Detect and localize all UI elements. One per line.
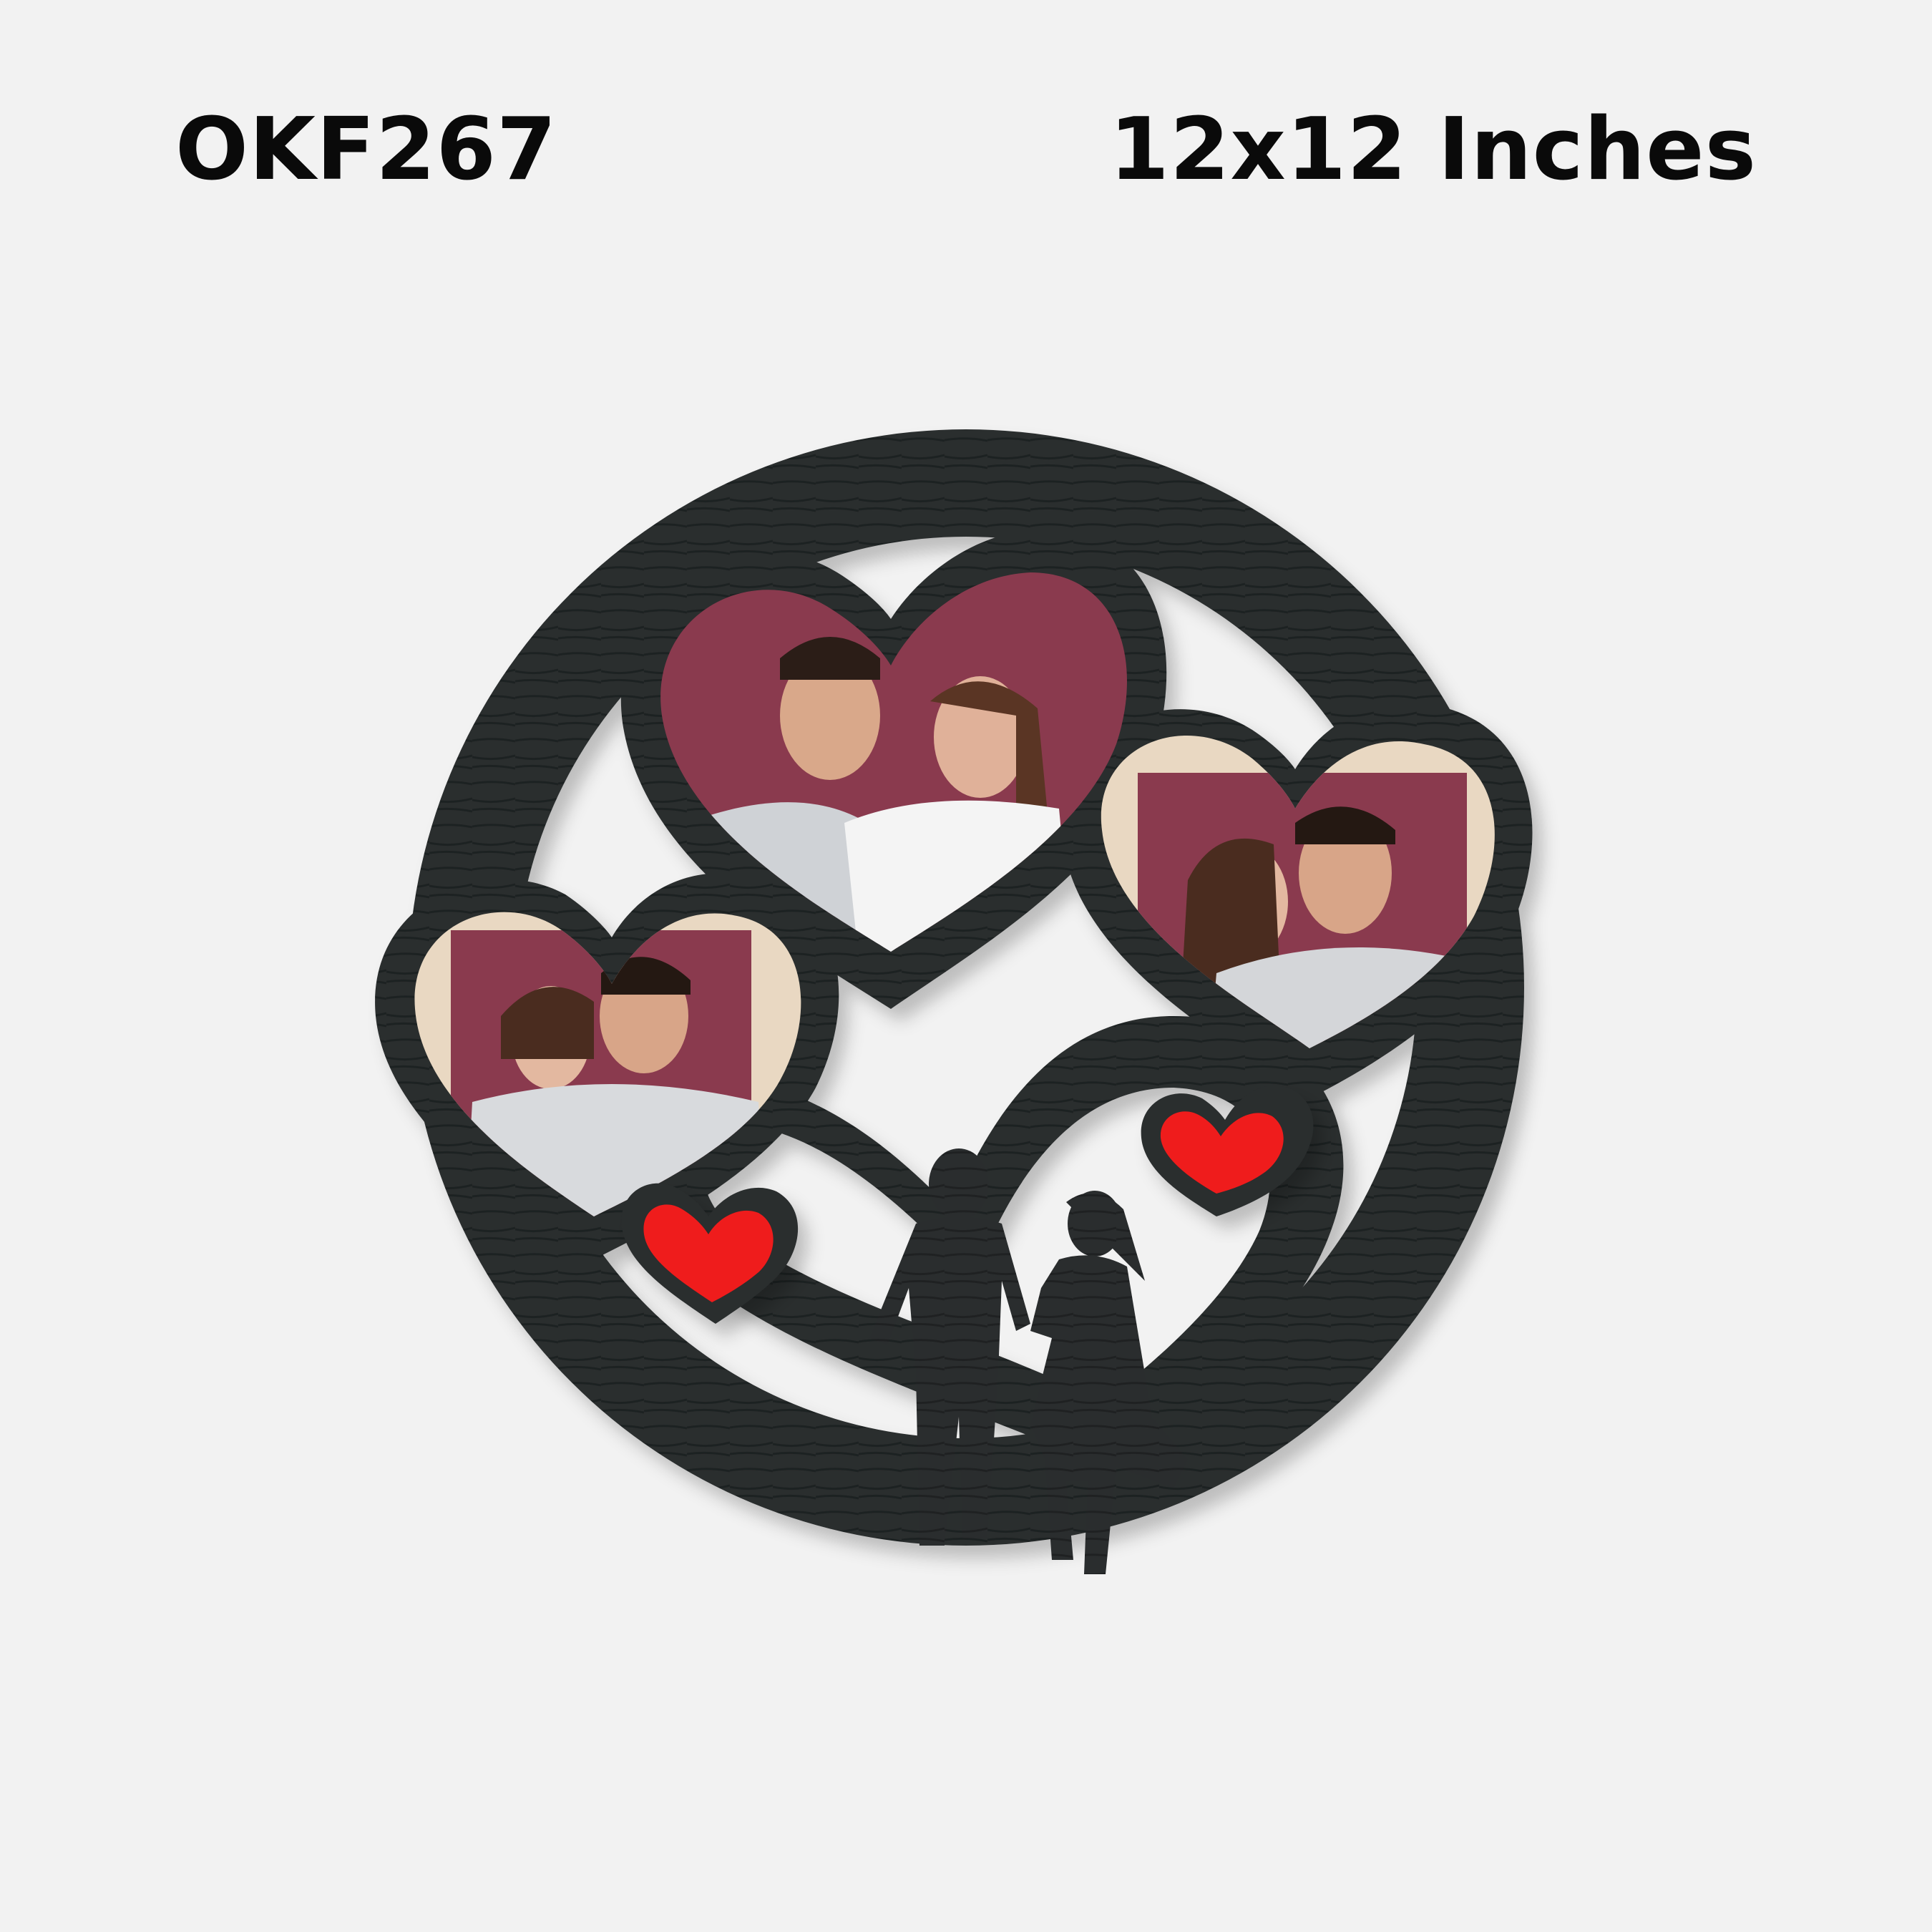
- photo-frame: [375, 429, 1533, 1574]
